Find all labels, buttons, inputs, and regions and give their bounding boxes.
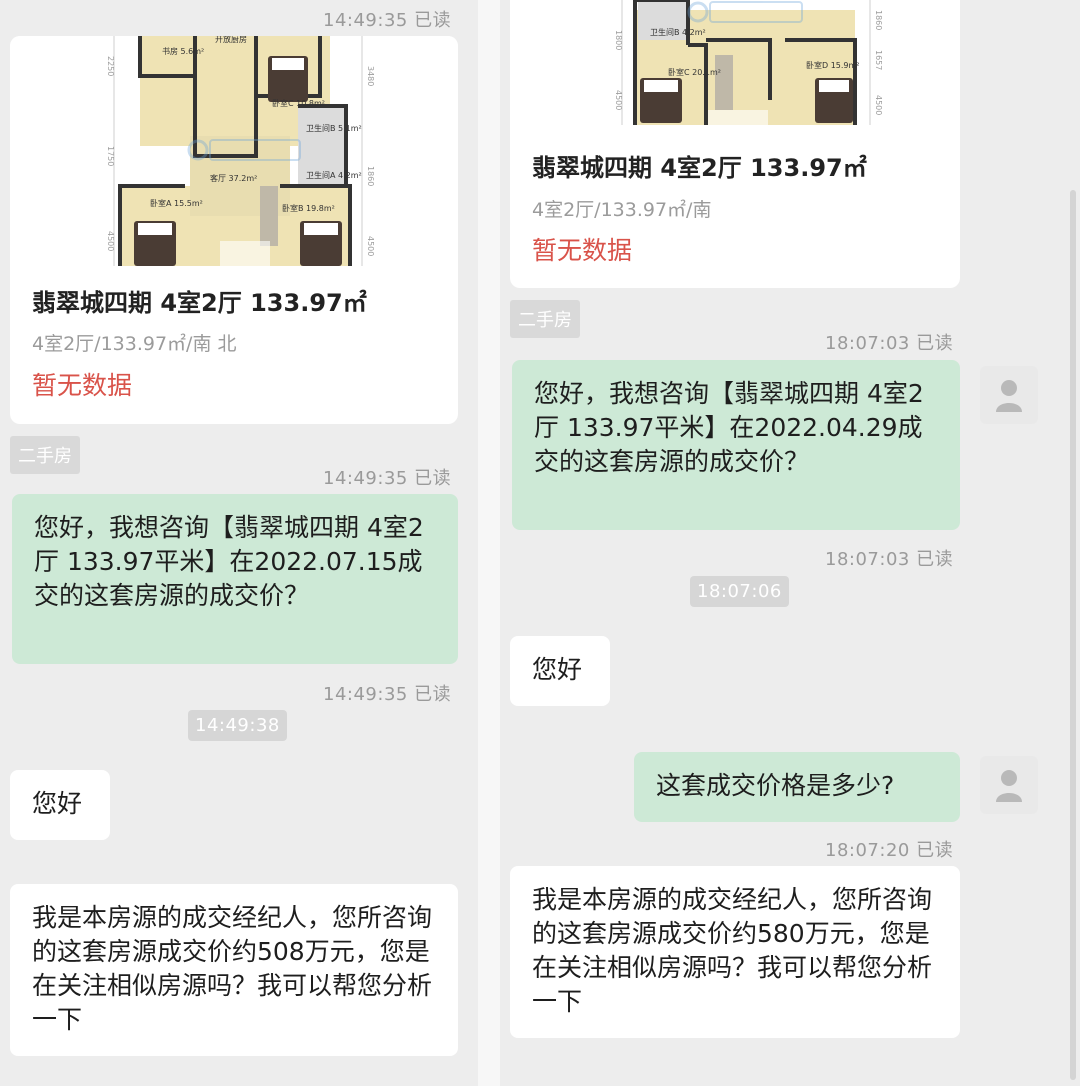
room-label: 卧室C 10.8m² bbox=[272, 98, 325, 108]
listing-card[interactable]: 2250 1750 4500 3480 1860 4500 书房 5.6m² 开… bbox=[10, 36, 458, 424]
svg-text:2250: 2250 bbox=[106, 56, 115, 76]
time-divider: 14:49:38 bbox=[188, 710, 287, 741]
svg-text:3480: 3480 bbox=[366, 66, 375, 86]
listing-tag: 二手房 bbox=[510, 300, 580, 338]
room-label: 卫生间A 4.2m² bbox=[306, 170, 362, 180]
svg-text:1800: 1800 bbox=[614, 30, 623, 50]
incoming-message[interactable]: 您好 bbox=[10, 770, 110, 840]
svg-text:4500: 4500 bbox=[614, 90, 623, 110]
room-label: 卧室D 15.9m² bbox=[806, 60, 860, 70]
read-timestamp: 14:49:35 已读 bbox=[323, 684, 452, 705]
room-label: 书房 5.6m² bbox=[162, 46, 204, 56]
read-timestamp: 18:07:03 已读 bbox=[825, 549, 954, 570]
incoming-message[interactable]: 我是本房源的成交经纪人，您所咨询的这套房源成交价约508万元，您是在关注相似房源… bbox=[10, 884, 458, 1056]
scrollbar[interactable] bbox=[1070, 190, 1076, 1080]
svg-text:4500: 4500 bbox=[366, 236, 375, 256]
listing-status: 暂无数据 bbox=[532, 236, 633, 265]
user-placeholder-icon bbox=[996, 380, 1022, 412]
room-label: 卫生间B 4.2m² bbox=[650, 27, 706, 37]
chat-panel-left: 14:49:35 已读 2250 1750 4500 3480 1860 450… bbox=[0, 0, 478, 1086]
svg-text:1860: 1860 bbox=[874, 10, 883, 30]
incoming-message[interactable]: 我是本房源的成交经纪人，您所咨询的这套房源成交价约580万元，您是在关注相似房源… bbox=[510, 866, 960, 1038]
read-timestamp: 14:49:35 已读 bbox=[323, 468, 452, 489]
outgoing-message[interactable]: 您好，我想咨询【翡翠城四期 4室2厅 133.97平米】在2022.04.29成… bbox=[512, 360, 960, 530]
svg-text:4500: 4500 bbox=[106, 231, 115, 251]
incoming-message[interactable]: 您好 bbox=[510, 636, 610, 706]
divider bbox=[478, 0, 500, 1086]
svg-text:1860: 1860 bbox=[366, 166, 375, 186]
listing-specs: 4室2厅/133.97㎡/南 bbox=[532, 199, 712, 221]
room-label: 客厅 37.2m² bbox=[210, 173, 257, 183]
room-label: 卫生间B 5.1m² bbox=[306, 123, 362, 133]
listing-specs: 4室2厅/133.97㎡/南 北 bbox=[32, 333, 237, 355]
listing-title: 翡翠城四期 4室2厅 133.97㎡ bbox=[532, 154, 867, 182]
listing-status: 暂无数据 bbox=[32, 371, 133, 400]
room-label: 卧室C 20.1m² bbox=[668, 67, 721, 77]
svg-text:1750: 1750 bbox=[106, 146, 115, 166]
listing-title: 翡翠城四期 4室2厅 133.97㎡ bbox=[32, 289, 367, 317]
outgoing-message[interactable]: 您好，我想咨询【翡翠城四期 4室2厅 133.97平米】在2022.07.15成… bbox=[12, 494, 458, 664]
user-avatar[interactable] bbox=[980, 366, 1038, 424]
outgoing-message[interactable]: 这套成交价格是多少? bbox=[634, 752, 960, 822]
chat-panel-right: 1800 4500 1860 1657 4500 卫生间B 4.2m² 卧室C … bbox=[500, 0, 1080, 1086]
floor-plan-image: 2250 1750 4500 3480 1860 4500 书房 5.6m² 开… bbox=[10, 36, 458, 266]
read-timestamp: 18:07:20 已读 bbox=[825, 840, 954, 861]
room-label: 卧室A 15.5m² bbox=[150, 198, 203, 208]
user-avatar[interactable] bbox=[980, 756, 1038, 814]
time-divider: 18:07:06 bbox=[690, 576, 789, 607]
read-timestamp: 18:07:03 已读 bbox=[825, 333, 954, 354]
floor-plan-image: 1800 4500 1860 1657 4500 卫生间B 4.2m² 卧室C … bbox=[510, 0, 960, 125]
user-placeholder-icon bbox=[996, 770, 1022, 802]
svg-text:1657: 1657 bbox=[874, 50, 883, 70]
read-timestamp: 14:49:35 已读 bbox=[323, 10, 452, 31]
room-label: 卧室B 19.8m² bbox=[282, 203, 335, 213]
svg-text:4500: 4500 bbox=[874, 95, 883, 115]
room-label: 开放厨房 bbox=[215, 36, 247, 44]
listing-tag: 二手房 bbox=[10, 436, 80, 474]
listing-card[interactable]: 1800 4500 1860 1657 4500 卫生间B 4.2m² 卧室C … bbox=[510, 0, 960, 288]
